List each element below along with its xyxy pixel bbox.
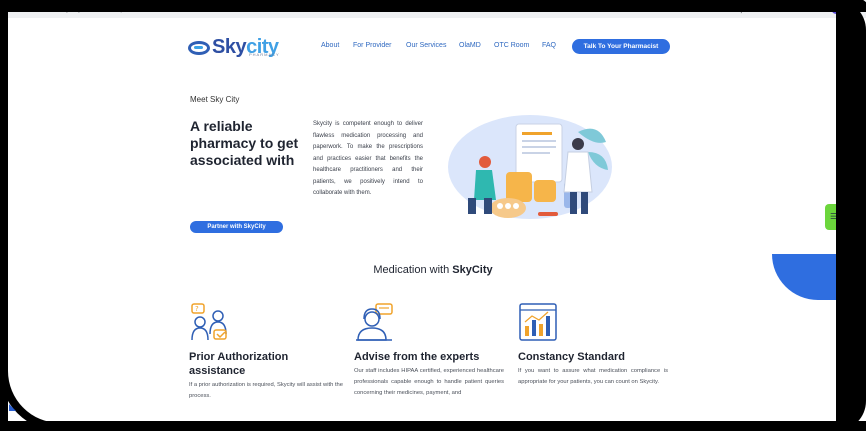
feature-body-advise: Our staff includes HIPAA certified, expe… — [354, 368, 504, 396]
expert-advice-icon — [356, 303, 393, 341]
hero-body: Skycity is competent enough to deliver f… — [313, 121, 423, 196]
feature-title-advise: Advise from the experts — [354, 351, 480, 363]
nav-about[interactable]: About — [321, 42, 339, 49]
nav-otc-room[interactable]: OTC Room — [494, 42, 529, 49]
frame-bottom — [0, 421, 866, 431]
hero-title: A reliable pharmacy to get associated wi… — [190, 118, 299, 168]
logo-mark-icon — [188, 40, 210, 55]
nav-our-services[interactable]: Our Services — [406, 42, 446, 49]
frame-top — [8, 0, 866, 12]
nav-faq[interactable]: FAQ — [542, 42, 556, 49]
feature-title-prior-authorization: Prior Authorization assistance — [189, 351, 289, 377]
decorative-corner — [9, 404, 16, 411]
logo-subtext: PHARMACY — [249, 52, 280, 57]
feature-body-constancy: If you want to assure what medication co… — [518, 368, 668, 385]
nav-for-provider[interactable]: For Provider — [353, 42, 392, 49]
section-title: Medication with SkyCity — [373, 264, 493, 276]
decorative-wave — [772, 254, 842, 300]
pharmacy-illustration — [448, 115, 612, 219]
feature-body-prior-authorization: If a prior authorization is required, Sk… — [189, 382, 343, 399]
feature-title-constancy: Constancy Standard — [518, 351, 625, 363]
nav-olamd[interactable]: OlaMD — [459, 42, 481, 49]
hero-eyebrow: Meet Sky City — [190, 95, 240, 104]
prior-authorization-icon: ? — [191, 303, 227, 341]
frame-right — [836, 0, 866, 431]
svg-text:?: ? — [195, 305, 199, 313]
constancy-chart-icon — [519, 303, 557, 341]
partner-button[interactable]: Partner with SkyCity — [190, 221, 283, 233]
talk-to-pharmacist-button[interactable]: Talk To Your Pharmacist — [572, 39, 670, 54]
